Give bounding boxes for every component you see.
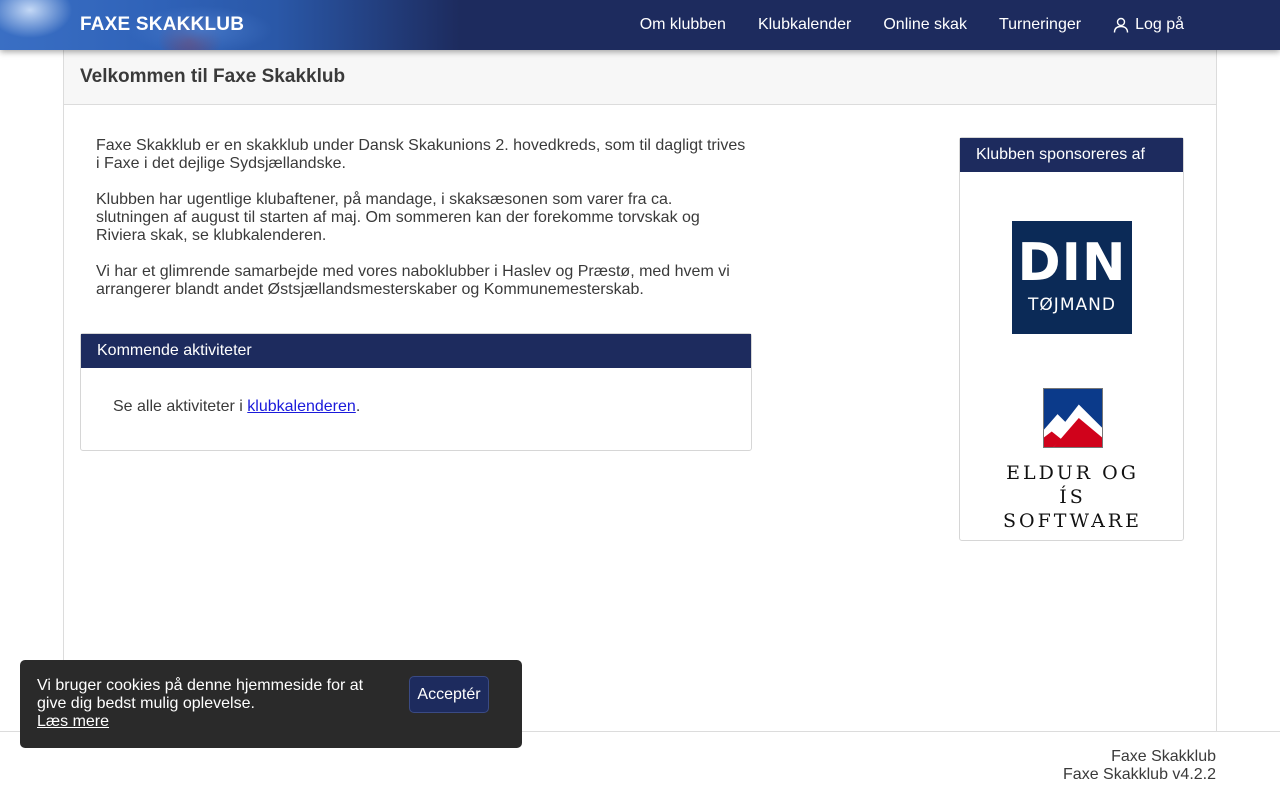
- nav-klubkalender[interactable]: Klubkalender: [758, 16, 851, 34]
- din-tojmand-logo[interactable]: DIN TØJMAND: [1012, 221, 1132, 334]
- nav-log-paa-label: Log på: [1135, 16, 1184, 33]
- eldur-logo-line1: ELDUR OG ÍS: [1006, 462, 1139, 508]
- sponsors-card: Klubben sponsoreres af DIN TØJMAND ELDUR…: [959, 137, 1184, 541]
- nav-om-klubben[interactable]: Om klubben: [640, 16, 726, 34]
- cookie-banner: Vi bruger cookies på denne hjemmeside fo…: [20, 660, 522, 748]
- nav-log-paa[interactable]: Log på: [1113, 16, 1184, 34]
- activities-text: Se alle aktiviteter i: [113, 398, 248, 415]
- klubkalender-link[interactable]: klubkalenderen: [247, 398, 356, 415]
- footer-version: Faxe Skakklub v4.2.2: [1063, 766, 1216, 783]
- cookie-text: Vi bruger cookies på denne hjemmeside fo…: [37, 677, 364, 712]
- eldur-og-is-logo[interactable]: ELDUR OG ÍS SOFTWARE: [990, 388, 1155, 532]
- main-nav: Om klubben Klubkalender Online skak Turn…: [608, 0, 1184, 50]
- cookie-message: Vi bruger cookies på denne hjemmeside fo…: [37, 677, 387, 731]
- activities-card-body: Se alle aktiviteter i klubkalenderen.: [81, 368, 751, 446]
- top-navbar: FAXE SKAKKLUB Om klubben Klubkalender On…: [0, 0, 1280, 50]
- din-logo-line1: DIN: [1017, 233, 1127, 293]
- site-brand[interactable]: FAXE SKAKKLUB: [80, 14, 244, 36]
- din-logo-line2: TØJMAND: [1028, 295, 1116, 315]
- eldur-logo-line2: SOFTWARE: [1003, 510, 1142, 532]
- intro-paragraph: Vi har et glimrende samarbejde med vores…: [96, 263, 730, 298]
- activities-card-title: Kommende aktiviteter: [81, 334, 751, 368]
- nav-online-skak[interactable]: Online skak: [883, 16, 967, 34]
- intro-text: Faxe Skakklub er en skakklub under Dansk…: [96, 137, 746, 317]
- sponsors-card-title: Klubben sponsoreres af: [960, 138, 1183, 172]
- mountain-logo-icon: [1042, 388, 1103, 448]
- read-more-link[interactable]: Læs mere: [37, 713, 109, 730]
- intro-paragraph: Faxe Skakklub er en skakklub under Dansk…: [96, 137, 746, 172]
- main-container: Velkommen til Faxe Skakklub Faxe Skakklu…: [63, 50, 1217, 732]
- page-header: Velkommen til Faxe Skakklub: [64, 50, 1216, 105]
- intro-paragraph: Klubben har ugentlige klubaftener, på ma…: [96, 191, 700, 244]
- user-icon: [1113, 17, 1129, 33]
- footer-text: Faxe Skakklub Faxe Skakklub v4.2.2: [1063, 748, 1216, 784]
- page-title: Velkommen til Faxe Skakklub: [80, 66, 346, 87]
- accept-cookies-button[interactable]: Acceptér: [409, 676, 489, 713]
- activities-text-end: .: [355, 398, 361, 415]
- upcoming-activities-card: Kommende aktiviteter Se alle aktiviteter…: [80, 333, 752, 451]
- footer-club-name: Faxe Skakklub: [1111, 748, 1216, 765]
- nav-turneringer[interactable]: Turneringer: [999, 16, 1081, 34]
